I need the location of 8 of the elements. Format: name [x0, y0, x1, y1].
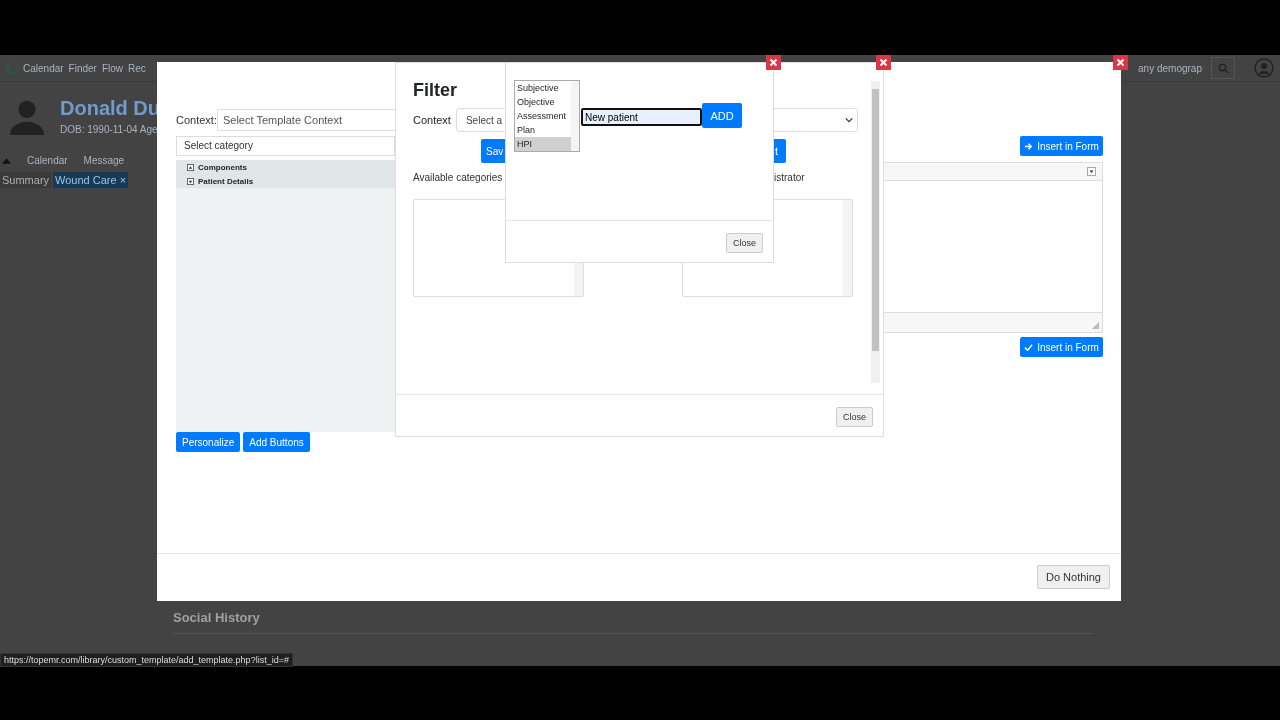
dialog-title: Filter: [413, 80, 457, 101]
context-label: Context: [413, 114, 451, 126]
status-url: https://topemr.com/library/custom_template/add_template.php?list_id=#: [0, 653, 293, 667]
list-label: istrator: [774, 172, 805, 183]
section-title: Social History: [173, 610, 260, 625]
context-label: Context:: [176, 114, 217, 126]
list-label: Available categories: [413, 172, 503, 183]
patient-dob: DOB: 1990-11-04 Age: [60, 123, 159, 135]
